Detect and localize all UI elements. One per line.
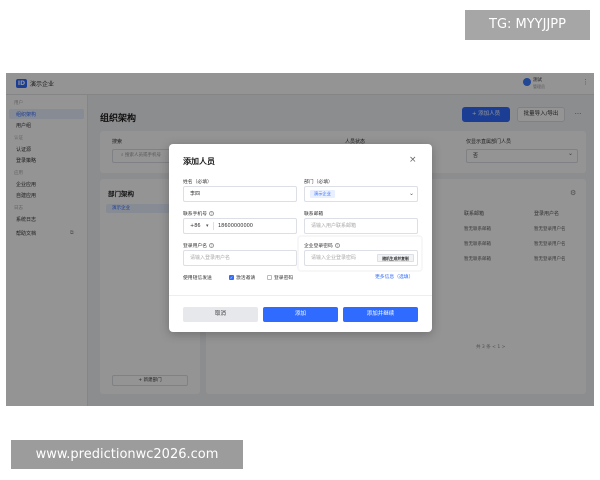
add-button[interactable]: 添加 [263,307,338,322]
phone-number: 18600000000 [218,223,253,229]
name-field[interactable]: 李四 [183,186,297,202]
watermark-top: TG: MYYJJPP [465,10,590,40]
email-label: 联系邮箱 [304,212,324,217]
email-field[interactable]: 请输入用户联系邮箱 [304,218,418,234]
sms-notify-label: 使用短信发送 [183,276,212,281]
phone-field[interactable]: +86 ▾ 18600000000 [183,218,297,234]
password-field[interactable]: 请输入企业登录密码 随机生成并复制 [304,250,418,266]
cancel-button[interactable]: 取消 [183,307,258,322]
help-icon: ? [209,211,214,216]
name-label: 姓名（必填） [183,180,212,185]
username-label: 登录用户名? [183,243,214,249]
page: TG: MYYJJPP ID 演示企业 测试 管理员 ⋮ 用户 组织架构 用户组… [0,0,600,480]
watermark-bottom: www.predictionwc2026.com [11,440,243,469]
dept-tag: 演示企业 [310,190,335,198]
country-code[interactable]: +86 [190,219,201,233]
dialog-title: 添加人员 [183,157,215,166]
password-checkbox[interactable]: 登录密码 [267,274,293,281]
dept-select[interactable]: 演示企业 ⌄ [304,186,418,202]
checkbox-unchecked-icon [267,275,272,280]
chevron-down-icon: ⌄ [409,190,415,197]
help-icon: ? [334,243,340,248]
dept-label: 部门（必填） [304,180,333,185]
close-icon[interactable]: × [409,156,417,165]
checkbox-checked-icon: ✓ [229,275,234,280]
more-info-link[interactable]: 更多信息（选填） [375,273,413,280]
username-field[interactable]: 请输入登录用户名 [183,250,297,266]
invite-checkbox[interactable]: ✓ 激活邀请 [229,274,255,281]
generate-password-button[interactable]: 随机生成并复制 [377,254,414,262]
divider [169,295,432,296]
add-and-continue-button[interactable]: 添加并继续 [343,307,418,322]
password-label: 企业登录密码? [304,243,340,249]
chevron-down-icon: ▾ [206,223,209,229]
help-icon: ? [209,243,214,248]
divider [213,222,214,230]
add-user-dialog: 添加人员 × 姓名（必填） 李四 部门（必填） 演示企业 ⌄ 联系手机号? +8… [169,144,432,332]
phone-label: 联系手机号? [183,211,214,217]
password-placeholder: 请输入企业登录密码 [311,255,357,261]
